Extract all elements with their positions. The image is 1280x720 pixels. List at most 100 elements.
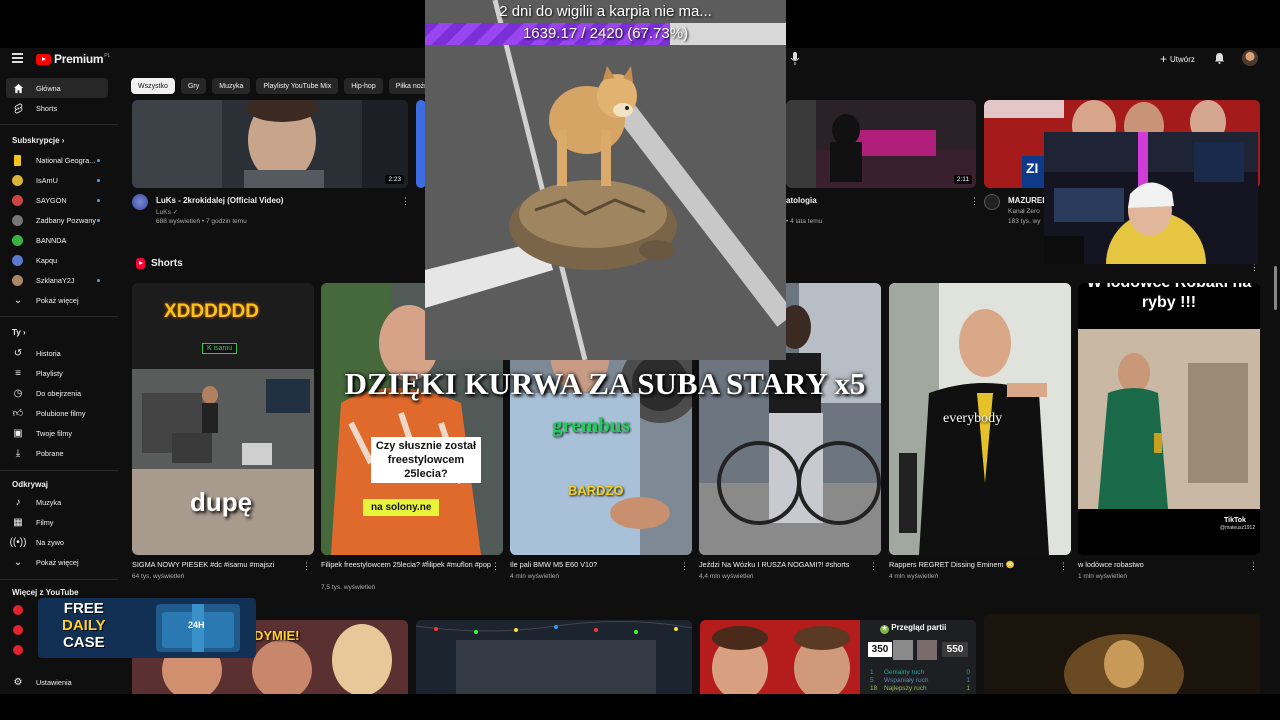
- sidebar-item-label: Na żywo: [36, 537, 64, 547]
- sidebar-item-liked[interactable]: 👍︎ Polubione filmy: [6, 403, 108, 423]
- sidebar-item-shorts[interactable]: Shorts: [6, 98, 108, 118]
- sidebar-item-settings[interactable]: ⚙ Ustawienia: [6, 672, 108, 692]
- video-channel[interactable]: LuKs ✓: [156, 208, 178, 216]
- sidebar-item-music[interactable]: ♪ Muzyka: [6, 492, 108, 512]
- sidebar-item-history[interactable]: ↺ Historia: [6, 343, 108, 363]
- video-channel[interactable]: Kanał Zero: [1008, 208, 1040, 215]
- more-options-icon[interactable]: [869, 565, 872, 568]
- short-views: 4 mln wyświetleń: [510, 573, 560, 580]
- you-heading[interactable]: Ty ›: [12, 328, 26, 337]
- sidebar-item-downloads[interactable]: ⤓ Pobrane: [6, 443, 108, 463]
- more-options-icon[interactable]: [680, 565, 683, 568]
- scrollbar-thumb[interactable]: [1274, 266, 1277, 310]
- sidebar-item-subscription[interactable]: Zadbany Pozwany: [6, 210, 108, 230]
- video-title[interactable]: LuKs - 2krokidalej (Official Video): [156, 196, 283, 205]
- youtube-premium-logo[interactable]: Premium PL: [36, 52, 110, 66]
- channel-avatar[interactable]: [132, 194, 148, 210]
- chip-games[interactable]: Gry: [180, 78, 207, 94]
- sidebar-item-subscription[interactable]: SAYGON: [6, 190, 108, 210]
- like-icon: 👍︎: [12, 408, 24, 419]
- chip-hiphop[interactable]: Hip-hop: [344, 78, 383, 94]
- goal-progress-text: 1639.17 / 2420 (67.73%): [522, 25, 689, 42]
- sidebar-item-movies[interactable]: ▦ Filmy: [6, 512, 108, 532]
- chevron-down-icon: ⌄: [13, 294, 23, 306]
- youtube-premium-icon: [13, 605, 23, 615]
- bell-icon[interactable]: [1214, 52, 1225, 64]
- more-options-icon[interactable]: [1250, 266, 1253, 269]
- short-views: 64 tys. wyświetleń: [132, 573, 185, 580]
- more-options-icon[interactable]: [1059, 565, 1062, 568]
- channel-avatar: [12, 174, 23, 186]
- sidebar-item-your-videos[interactable]: ▣ Twoje filmy: [6, 423, 108, 443]
- show-more-subscriptions[interactable]: ⌄ Pokaż więcej: [6, 290, 108, 310]
- divider: [0, 124, 118, 125]
- microphone-icon[interactable]: [790, 52, 800, 65]
- short-title[interactable]: Jeździ Na Wózku I RUSZA NOGAMI?! #shorts: [699, 560, 869, 569]
- video-title[interactable]: atologia: [786, 196, 817, 205]
- account-avatar[interactable]: [1242, 50, 1258, 66]
- youtube-music-icon: [13, 625, 23, 635]
- short-title[interactable]: Rappers REGRET Dissing Eminem 😳: [889, 560, 1059, 569]
- playlist-icon: ≡: [15, 367, 21, 379]
- chip-mix[interactable]: Playlisty YouTube Mix: [256, 78, 339, 94]
- sidebar-item-label: Historia: [36, 348, 61, 358]
- sidebar-item-label: Playlisty: [36, 368, 63, 378]
- video-duration: 2:11: [953, 175, 972, 184]
- short-thumbnail[interactable]: W lodówce Robaki na ryby !!! TikTok @mat…: [1078, 283, 1260, 555]
- chess-move-stats: 1 Genialny ruch 0 5 Wspaniały ruch 1 18 Najle…: [870, 669, 970, 693]
- chip-music[interactable]: Muzyka: [212, 78, 251, 94]
- sidebar-item-subscription[interactable]: IsAmU: [6, 170, 108, 190]
- sidebar-item-label: Główna: [36, 83, 61, 93]
- sidebar-item-watch-later[interactable]: ◷ Do obejrzenia: [6, 383, 108, 403]
- chess-row: 18 Najlepszy ruch 1: [870, 685, 970, 692]
- show-more-explore[interactable]: ⌄ Pokaż więcej: [6, 552, 108, 572]
- video-thumbnail[interactable]: [984, 614, 1260, 694]
- channel-avatar[interactable]: [984, 194, 1000, 210]
- short-thumbnail[interactable]: everybody: [889, 283, 1071, 555]
- video-thumbnail[interactable]: 2:23: [132, 100, 408, 188]
- subscriptions-heading[interactable]: Subskrypcje ›: [12, 136, 64, 145]
- sidebar-item-label: Filmy: [36, 517, 54, 527]
- video-thumbnail[interactable]: [416, 620, 692, 694]
- sidebar-item-label: Pobrane: [36, 448, 64, 458]
- video-title[interactable]: MAZUREK: [1008, 196, 1048, 205]
- short-thumbnail[interactable]: XDDDDDD K isamu dupę: [132, 283, 314, 555]
- streamer-webcam: [1044, 132, 1258, 264]
- short-title[interactable]: Ile pali BMW M5 E60 V10?: [510, 560, 680, 569]
- chess-review-title: ★ Przegląd partii: [880, 623, 947, 634]
- youtube-home-stream-capture: Premium PL + Utwórz Główna Shorts Subskr…: [0, 0, 1280, 720]
- video-thumbnail[interactable]: 2:11: [786, 100, 976, 188]
- more-options-icon[interactable]: [401, 200, 404, 203]
- sidebar-item-subscription[interactable]: BANNDA: [6, 230, 108, 250]
- short-title[interactable]: Filipek freestylowcem 25lecia? #filipek …: [321, 560, 491, 569]
- divider: [0, 470, 118, 471]
- promo-badge: 24H: [188, 620, 205, 630]
- more-options-icon[interactable]: [1249, 565, 1252, 568]
- create-button[interactable]: + Utwórz: [1160, 52, 1195, 66]
- sidebar-item-subscription[interactable]: SzklanaY2J: [6, 270, 108, 290]
- sidebar-item-subscription[interactable]: National Geogra...: [6, 150, 108, 170]
- tiktok-badge: TikTok: [1224, 517, 1246, 524]
- short-title[interactable]: w lodówce robastwo: [1078, 560, 1248, 569]
- video-thumbnail[interactable]: ★ Przegląd partii 350 550 1 Genialny ruch…: [700, 620, 976, 694]
- channel-avatar: [12, 194, 23, 206]
- more-options-icon[interactable]: [491, 565, 494, 568]
- more-options-icon[interactable]: [970, 200, 973, 203]
- sidebar-item-live[interactable]: ((•)) Na żywo: [6, 532, 108, 552]
- logo-region: PL: [104, 52, 111, 59]
- stream-video-overlay: [425, 0, 786, 360]
- sidebar-item-subscription[interactable]: Kapqu: [6, 250, 108, 270]
- clock-icon: ◷: [13, 387, 23, 399]
- menu-icon[interactable]: [12, 53, 23, 63]
- more-options-icon[interactable]: [302, 565, 305, 568]
- plus-icon: +: [1160, 52, 1168, 66]
- sidebar-item-label: Pokaż więcej: [36, 295, 79, 305]
- chess-row: 5 Wspaniały ruch 1: [870, 677, 970, 684]
- short-title[interactable]: SIGMA NOWY PIESEK #dc #isamu #majszi: [132, 560, 302, 569]
- video-duration: 2:23: [385, 175, 404, 184]
- short-overlay-text: Czy słusznie został freestylowcem 25leci…: [371, 437, 481, 483]
- sidebar-item-home[interactable]: Główna: [6, 78, 108, 98]
- sidebar-item-playlists[interactable]: ≡ Playlisty: [6, 363, 108, 383]
- chip-all[interactable]: Wszystko: [131, 78, 175, 94]
- new-content-dot: [97, 218, 100, 222]
